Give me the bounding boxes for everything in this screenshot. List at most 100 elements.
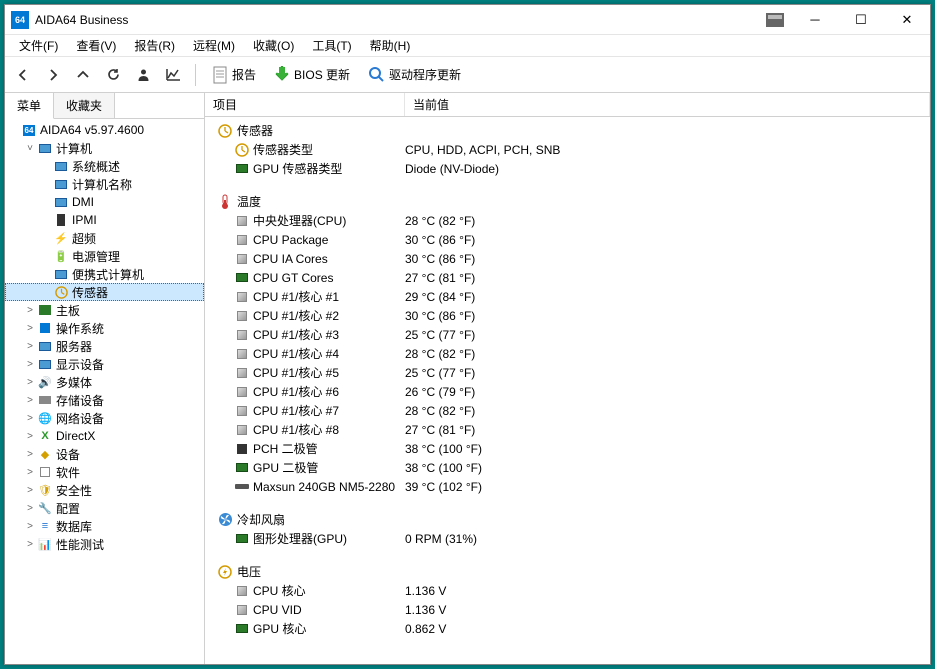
temp-icon <box>217 194 233 210</box>
tree-other-13[interactable]: >📊性能测试 <box>5 535 204 553</box>
list-item[interactable]: 传感器类型CPU, HDD, ACPI, PCH, SNB <box>217 140 930 159</box>
graph-button[interactable] <box>161 63 185 87</box>
tree-computer-2[interactable]: DMI <box>5 193 204 211</box>
list-item[interactable]: CPU #1/核心 #325 °C (77 °F) <box>217 325 930 344</box>
list-item[interactable]: GPU 核心0.862 V <box>217 619 930 638</box>
tree-other-12[interactable]: >≡数据库 <box>5 517 204 535</box>
tree-label: 服务器 <box>56 338 92 355</box>
sq-icon <box>235 291 249 303</box>
nav-up-button[interactable] <box>71 63 95 87</box>
item-value: 26 °C (79 °F) <box>397 385 475 399</box>
list-item[interactable]: CPU GT Cores27 °C (81 °F) <box>217 268 930 287</box>
tree-other-10[interactable]: >🛡安全性 <box>5 481 204 499</box>
tree-other-11[interactable]: >🔧配置 <box>5 499 204 517</box>
report-label: 报告 <box>232 66 256 83</box>
sq-icon <box>235 585 249 597</box>
tree-computer-0[interactable]: 系统概述 <box>5 157 204 175</box>
list-item[interactable]: CPU #1/核心 #626 °C (79 °F) <box>217 382 930 401</box>
user-button[interactable] <box>131 63 155 87</box>
group-header[interactable]: 冷却风扇 <box>217 510 930 529</box>
list-item[interactable]: PCH 二极管38 °C (100 °F) <box>217 439 930 458</box>
item-value: 38 °C (100 °F) <box>397 442 482 456</box>
tree-other-0[interactable]: >主板 <box>5 301 204 319</box>
nav-forward-button[interactable] <box>41 63 65 87</box>
list-item[interactable]: CPU #1/核心 #827 °C (81 °F) <box>217 420 930 439</box>
group-title: 电压 <box>237 563 261 580</box>
minimize-button[interactable]: ─ <box>792 5 838 35</box>
list-item[interactable]: Maxsun 240GB NM5-228039 °C (102 °F) <box>217 477 930 496</box>
list-item[interactable]: GPU 二极管38 °C (100 °F) <box>217 458 930 477</box>
list-item[interactable]: CPU Package30 °C (86 °F) <box>217 230 930 249</box>
tree-other-9[interactable]: >软件 <box>5 463 204 481</box>
tree-other-2[interactable]: >服务器 <box>5 337 204 355</box>
menu-tools[interactable]: 工具(T) <box>304 35 359 56</box>
item-label: CPU #1/核心 #4 <box>253 345 339 362</box>
tree-label: 软件 <box>56 464 80 481</box>
tree-other-1[interactable]: >操作系统 <box>5 319 204 337</box>
tab-favorites[interactable]: 收藏夹 <box>54 93 115 118</box>
menu-report[interactable]: 报告(R) <box>126 35 183 56</box>
list-item[interactable]: CPU #1/核心 #525 °C (77 °F) <box>217 363 930 382</box>
list-body[interactable]: 传感器传感器类型CPU, HDD, ACPI, PCH, SNBGPU 传感器类… <box>205 117 930 664</box>
refresh-button[interactable] <box>101 63 125 87</box>
item-label: CPU #1/核心 #3 <box>253 326 339 343</box>
group-header[interactable]: 传感器 <box>217 121 930 140</box>
list-header: 项目 当前值 <box>205 93 930 117</box>
list-item[interactable]: CPU 核心1.136 V <box>217 581 930 600</box>
tree-computer-7[interactable]: 传感器 <box>5 283 204 301</box>
list-item[interactable]: CPU #1/核心 #728 °C (82 °F) <box>217 401 930 420</box>
item-label: CPU #1/核心 #1 <box>253 288 339 305</box>
list-item[interactable]: GPU 传感器类型Diode (NV-Diode) <box>217 159 930 178</box>
nav-back-button[interactable] <box>11 63 35 87</box>
item-label: CPU Package <box>253 233 328 247</box>
bios-update-action[interactable]: BIOS 更新 <box>268 64 356 86</box>
tree-label: AIDA64 v5.97.4600 <box>40 123 144 137</box>
tree-computer-1[interactable]: 计算机名称 <box>5 175 204 193</box>
tree-other-8[interactable]: >◆设备 <box>5 445 204 463</box>
group-header[interactable]: 温度 <box>217 192 930 211</box>
list-item[interactable]: 中央处理器(CPU)28 °C (82 °F) <box>217 211 930 230</box>
maximize-button[interactable]: ☐ <box>838 5 884 35</box>
close-button[interactable]: ✕ <box>884 5 930 35</box>
download-arrow-icon <box>274 66 290 84</box>
driver-update-action[interactable]: 驱动程序更新 <box>362 64 467 85</box>
item-label: GPU 二极管 <box>253 459 318 476</box>
tree-other-3[interactable]: >显示设备 <box>5 355 204 373</box>
sq-icon <box>235 604 249 616</box>
report-icon <box>212 66 228 84</box>
tree-label: 电源管理 <box>72 248 120 265</box>
item-label: 中央处理器(CPU) <box>253 212 346 229</box>
tree-computer-5[interactable]: 🔋电源管理 <box>5 247 204 265</box>
system-tray-icon[interactable] <box>766 13 784 27</box>
menu-remote[interactable]: 远程(M) <box>185 35 243 56</box>
tree-computer-3[interactable]: IPMI <box>5 211 204 229</box>
menu-file[interactable]: 文件(F) <box>11 35 66 56</box>
tree-computer-4[interactable]: ⚡超频 <box>5 229 204 247</box>
sq-icon <box>235 386 249 398</box>
list-item[interactable]: CPU #1/核心 #230 °C (86 °F) <box>217 306 930 325</box>
tree-other-7[interactable]: >XDirectX <box>5 427 204 445</box>
sq-icon <box>235 234 249 246</box>
tree-computer-6[interactable]: 便携式计算机 <box>5 265 204 283</box>
list-item[interactable]: CPU #1/核心 #129 °C (84 °F) <box>217 287 930 306</box>
group-header[interactable]: 电压 <box>217 562 930 581</box>
menu-favorites[interactable]: 收藏(O) <box>245 35 302 56</box>
column-value[interactable]: 当前值 <box>405 93 930 116</box>
tab-menu[interactable]: 菜单 <box>5 93 54 119</box>
list-item[interactable]: CPU VID1.136 V <box>217 600 930 619</box>
item-value: 30 °C (86 °F) <box>397 252 475 266</box>
tree-computer[interactable]: ˅计算机 <box>5 139 204 157</box>
column-item[interactable]: 项目 <box>205 93 405 116</box>
tree-other-4[interactable]: >🔊多媒体 <box>5 373 204 391</box>
report-action[interactable]: 报告 <box>206 64 262 86</box>
tree-root[interactable]: 64AIDA64 v5.97.4600 <box>5 121 204 139</box>
item-label: CPU #1/核心 #5 <box>253 364 339 381</box>
tree-other-6[interactable]: >🌐网络设备 <box>5 409 204 427</box>
tree-label: 数据库 <box>56 518 92 535</box>
list-item[interactable]: 图形处理器(GPU)0 RPM (31%) <box>217 529 930 548</box>
menu-view[interactable]: 查看(V) <box>68 35 124 56</box>
tree-other-5[interactable]: >存储设备 <box>5 391 204 409</box>
menu-help[interactable]: 帮助(H) <box>362 35 419 56</box>
list-item[interactable]: CPU IA Cores30 °C (86 °F) <box>217 249 930 268</box>
list-item[interactable]: CPU #1/核心 #428 °C (82 °F) <box>217 344 930 363</box>
